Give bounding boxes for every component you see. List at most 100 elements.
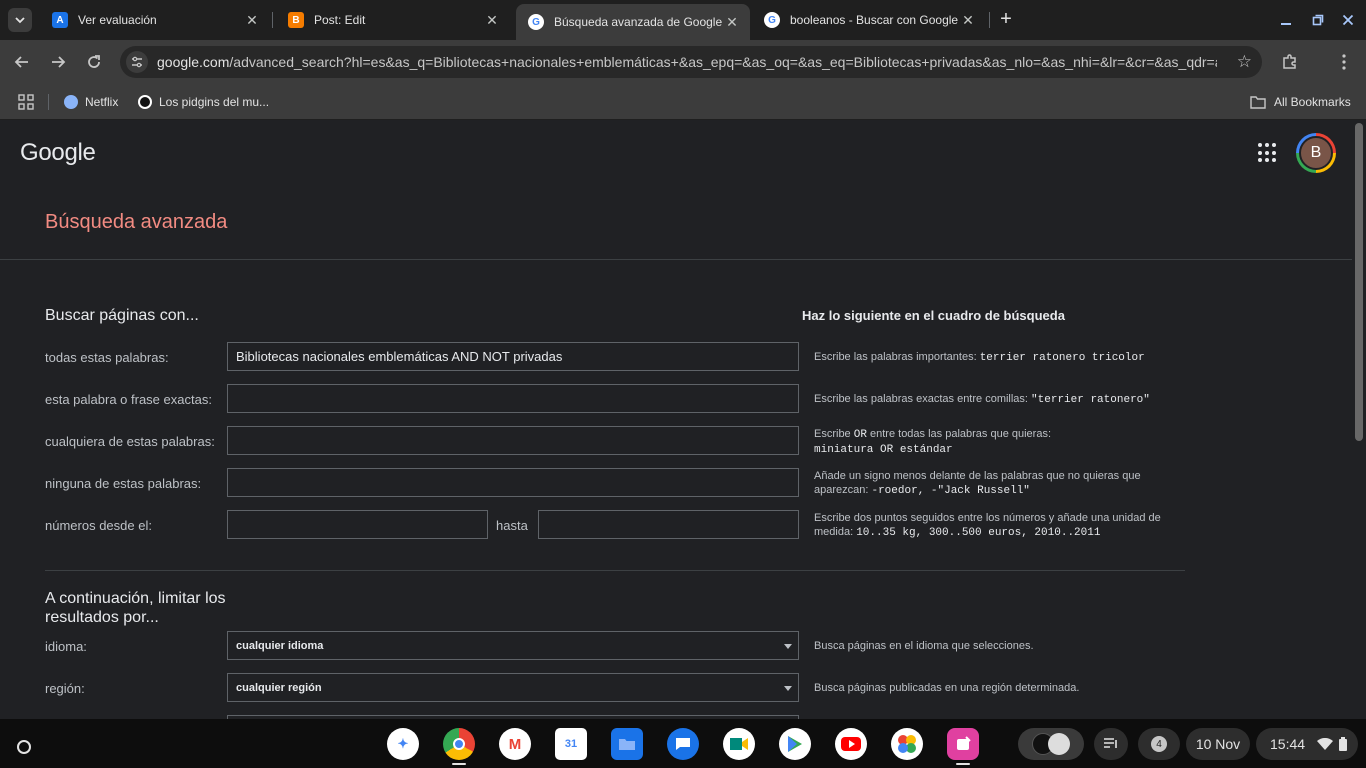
scrollbar-thumb[interactable]: [1355, 123, 1363, 441]
google-apps-icon[interactable]: [1258, 143, 1278, 163]
tab-strip: A Ver evaluación ✕ B Post: Edit ✕ G Búsq…: [0, 0, 1366, 40]
close-window-button[interactable]: [1336, 8, 1360, 32]
gemini-app-icon[interactable]: ✦: [387, 728, 419, 760]
arrow-left-icon: [14, 56, 28, 68]
url-text[interactable]: google.com/advanced_search?hl=es&as_q=Bi…: [157, 54, 1217, 70]
forward-button[interactable]: [46, 50, 70, 74]
none-words-hint: Añade un signo menos delante de las pala…: [814, 470, 1141, 497]
bookmark-label: Los pidgins del mu...: [159, 95, 270, 109]
restore-button[interactable]: [1306, 8, 1330, 32]
photos-app-icon[interactable]: [891, 728, 923, 760]
region-label: región:: [45, 681, 85, 696]
close-icon[interactable]: ✕: [244, 12, 260, 28]
playlist-icon: [1104, 738, 1117, 748]
number-range-hint: Escribe dos puntos seguidos entre los nú…: [814, 512, 1161, 539]
youtube-app-icon[interactable]: [835, 728, 867, 760]
none-words-label: ninguna de estas palabras:: [45, 476, 202, 491]
google-icon: G: [528, 14, 544, 30]
atlas-icon: A: [52, 12, 68, 28]
close-icon[interactable]: ✕: [724, 14, 740, 30]
section-title-buscar: Buscar páginas con...: [45, 307, 199, 324]
all-words-input[interactable]: Bibliotecas nacionales emblemáticas AND …: [227, 342, 799, 371]
star-icon[interactable]: ☆: [1237, 52, 1252, 72]
calendar-app-icon[interactable]: 31: [555, 728, 587, 760]
language-hint: Busca páginas en el idioma que seleccion…: [814, 640, 1034, 652]
hasta-label: hasta: [496, 518, 528, 533]
notifications-button[interactable]: 4: [1138, 728, 1180, 760]
help-column-title: Haz lo siguiente en el cuadro de búsqued…: [802, 308, 1065, 323]
page-scrollbar[interactable]: [1352, 121, 1366, 719]
url-host: google.com: [157, 54, 230, 70]
wifi-icon: [1317, 738, 1334, 750]
exact-phrase-input[interactable]: [227, 384, 799, 413]
site-info-icon[interactable]: [126, 51, 148, 73]
none-words-input[interactable]: [227, 468, 799, 497]
exact-phrase-hint: Escribe las palabras exactas entre comil…: [814, 393, 1150, 406]
bookmark-label: Netflix: [85, 95, 119, 109]
region-value: cualquier región: [236, 681, 322, 694]
new-tab-button[interactable]: +: [996, 9, 1016, 30]
dropdown-arrow-icon: [784, 686, 792, 691]
all-words-hint: Escribe las palabras importantes: terrie…: [814, 351, 1145, 364]
launcher-button[interactable]: [8, 731, 40, 763]
tab-title: Ver evaluación: [78, 13, 157, 27]
language-label: idioma:: [45, 639, 87, 654]
tab-booleanos[interactable]: G booleanos - Buscar con Google ✕: [752, 4, 986, 36]
number-from-input[interactable]: [227, 510, 488, 539]
messages-app-icon[interactable]: [667, 728, 699, 760]
tab-busqueda-avanzada[interactable]: G Búsqueda avanzada de Google ✕: [516, 4, 750, 40]
bookmark-netflix[interactable]: Netflix: [64, 92, 118, 112]
region-select[interactable]: cualquier región: [227, 673, 799, 702]
number-to-input[interactable]: [538, 510, 799, 539]
apps-icon: [18, 94, 34, 110]
all-bookmarks[interactable]: All Bookmarks: [1250, 92, 1351, 112]
chevron-down-icon: [15, 17, 25, 24]
restore-icon: [1312, 14, 1324, 26]
files-app-icon[interactable]: [611, 728, 643, 760]
arrow-right-icon: [52, 56, 66, 68]
close-icon[interactable]: ✕: [960, 12, 976, 28]
canva-app-icon[interactable]: [947, 728, 979, 760]
extensions-button[interactable]: [1278, 50, 1302, 74]
apps-shortcut[interactable]: [18, 92, 34, 112]
minimize-icon: [1281, 23, 1291, 25]
running-indicator: [452, 763, 466, 765]
avatar-letter: B: [1299, 136, 1333, 170]
more-vert-icon: [1342, 54, 1346, 70]
any-words-input[interactable]: [227, 426, 799, 455]
tab-search-button[interactable]: [8, 8, 32, 32]
gmail-app-icon[interactable]: M: [499, 728, 531, 760]
exact-phrase-label: esta palabra o frase exactas:: [45, 392, 212, 407]
bookmarks-bar: Netflix Los pidgins del mu... All Bookma…: [0, 84, 1366, 120]
dropdown-arrow-icon: [784, 644, 792, 649]
google-logo[interactable]: Google: [20, 139, 96, 167]
reload-button[interactable]: [82, 50, 106, 74]
meet-app-icon[interactable]: [723, 728, 755, 760]
menu-button[interactable]: [1332, 50, 1356, 74]
address-bar[interactable]: google.com/advanced_search?hl=es&as_q=Bi…: [120, 46, 1262, 78]
language-select[interactable]: cualquier idioma: [227, 631, 799, 660]
back-button[interactable]: [10, 50, 34, 74]
running-indicator: [956, 763, 970, 765]
header-divider: [0, 259, 1352, 260]
close-icon[interactable]: ✕: [484, 12, 500, 28]
page-content: Google B Búsqueda avanzada Buscar página…: [0, 121, 1352, 719]
chrome-app-icon[interactable]: [443, 728, 475, 760]
minimize-button[interactable]: [1274, 8, 1298, 32]
date-display[interactable]: 10 Nov: [1186, 728, 1250, 760]
folder-icon: [1250, 96, 1266, 109]
tab-title: Post: Edit: [314, 13, 366, 27]
bookmark-pidgins[interactable]: Los pidgins del mu...: [138, 92, 269, 112]
notification-count: 4: [1151, 736, 1167, 752]
bookmark-divider: [48, 94, 49, 110]
tab-divider: [989, 12, 990, 28]
all-bookmarks-label: All Bookmarks: [1274, 95, 1351, 109]
tab-ver-evaluacion[interactable]: A Ver evaluación ✕: [40, 4, 270, 36]
desk-preview[interactable]: [1018, 728, 1084, 760]
account-avatar[interactable]: B: [1296, 133, 1336, 173]
tab-post-edit[interactable]: B Post: Edit ✕: [276, 4, 510, 36]
site-favicon-icon: [138, 95, 152, 109]
status-area[interactable]: 15:44: [1256, 728, 1358, 760]
play-store-app-icon[interactable]: [779, 728, 811, 760]
media-controls-button[interactable]: [1094, 728, 1128, 760]
